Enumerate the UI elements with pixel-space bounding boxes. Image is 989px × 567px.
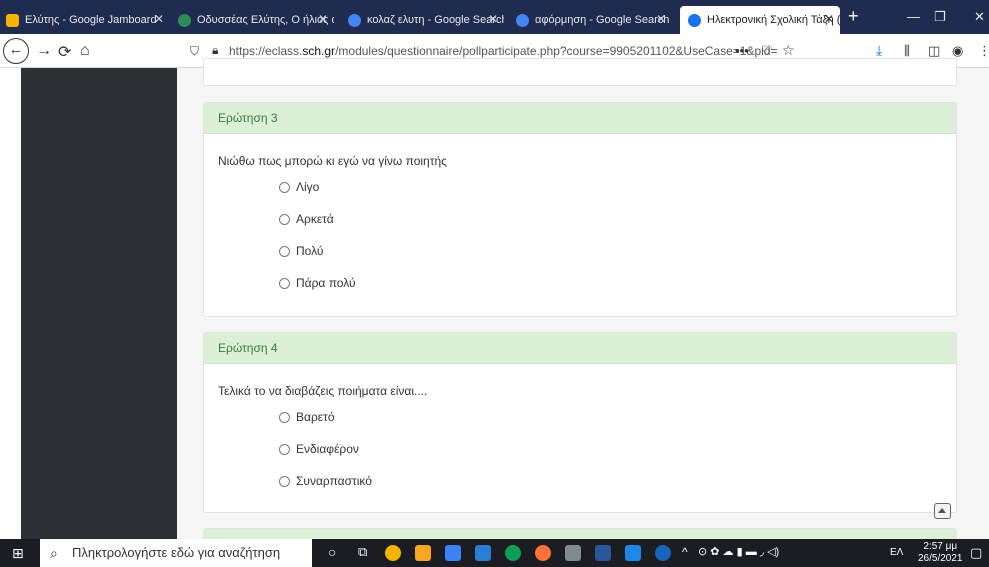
pocket-icon[interactable]: ♡ [761,43,773,59]
close-icon[interactable]: ✕ [824,12,834,26]
question-header: Ερώτηση 3 [204,103,956,134]
close-window-icon[interactable]: ✕ [974,9,985,25]
edge-icon[interactable] [505,545,521,561]
tab-label: Ελύτης - Google Jamboard [25,14,157,26]
tab-aformisi-search[interactable]: αφόρμηση - Google Search ✕ [516,9,672,31]
word-icon[interactable] [595,545,611,561]
jamboard-icon [6,13,19,27]
more-icon[interactable]: ••• [735,43,749,58]
radio-button[interactable] [279,443,290,455]
tab-label: κολαζ ελυτη - Google Search [367,14,504,26]
site-icon [178,13,191,27]
option-poly[interactable]: Πολύ [279,244,323,258]
question-card-4: Ερώτηση 4 Τελικά το να διαβάζεις ποιήματ… [203,332,957,513]
radio-button[interactable] [279,213,290,225]
system-clock[interactable]: 2:57 μμ 26/5/2021 [918,541,963,565]
option-label: Αρκετά [296,212,334,226]
help-icon[interactable] [655,545,671,561]
outlook-icon[interactable] [475,545,491,561]
option-label: Λίγο [296,180,320,194]
tab-label: αφόρμηση - Google Search [535,14,670,26]
option-synarpastiko[interactable]: Συναρπαστικό [279,474,372,488]
tab-odysseas[interactable]: Οδυσσέας Ελύτης, Ο ήλιος ο ✕ [178,9,334,31]
close-icon[interactable]: ✕ [318,12,328,26]
option-vareto[interactable]: Βαρετό [279,410,335,424]
scroll-to-top-button[interactable] [934,503,951,519]
tab-label: Ηλεκτρονική Σχολική Τάξη ( [707,14,840,26]
close-icon[interactable]: ✕ [656,12,666,26]
question-text: Τελικά το να διαβάζεις ποιήματα είναι...… [218,384,428,398]
google-icon [348,13,361,27]
browser-tab-bar: Ελύτης - Google Jamboard ✕ Οδυσσέας Ελύτ… [0,0,989,34]
search-icon: ⌕ [50,545,58,561]
windows-taskbar: ⊞ ⌕ Πληκτρολογήστε εδώ για αναζήτηση ○ ⧉… [0,539,989,567]
question-header: Ερώτηση 4 [204,333,956,364]
language-indicator[interactable]: ΕΛ [890,547,903,558]
sidebar-icon[interactable]: ◫ [928,43,940,59]
bookmark-star-icon[interactable]: ☆ [782,42,795,59]
option-para-poly[interactable]: Πάρα πολύ [279,276,356,290]
radio-button[interactable] [279,277,290,289]
tab-jamboard[interactable]: Ελύτης - Google Jamboard ✕ [6,9,170,31]
photos-icon[interactable] [625,545,641,561]
shield-icon[interactable]: ⛉ [190,44,199,59]
url-domain: sch.gr [302,44,336,58]
radio-button[interactable] [279,181,290,193]
url-prefix: https://eclass. [229,44,303,58]
course-sidebar [21,68,177,539]
eclass-icon [688,13,701,27]
maximize-icon[interactable]: ❐ [934,9,946,25]
library-icon[interactable]: ⫼ [904,43,910,59]
option-label: Πολύ [296,244,324,258]
option-label: Πάρα πολύ [296,276,356,290]
radio-button[interactable] [279,475,290,487]
option-ligo[interactable]: Λίγο [279,180,319,194]
tab-kolaz-search[interactable]: κολαζ ελυτη - Google Search ✕ [348,9,504,31]
home-button[interactable]: ⌂ [80,42,90,60]
store-icon[interactable] [415,545,431,561]
option-label: Ενδιαφέρον [296,442,359,456]
google-icon [516,13,529,27]
tab-label: Οδυσσέας Ελύτης, Ο ήλιος ο [197,14,334,26]
taskbar-search-input[interactable]: ⌕ Πληκτρολογήστε εδώ για αναζήτηση [40,539,312,567]
clock-date: 26/5/2021 [918,553,963,564]
lock-icon[interactable]: 🔒︎ [212,43,218,58]
url-bar[interactable]: https://eclass.sch.gr/modules/questionna… [229,44,778,58]
menu-icon[interactable]: ⋮ [978,43,989,59]
back-button[interactable]: ← [3,38,29,64]
option-endiaferon[interactable]: Ενδιαφέρον [279,442,359,456]
cortana-icon[interactable]: ○ [328,544,336,560]
url-path: /modules/questionnaire/pollparticipate.p… [335,44,778,58]
paint-icon[interactable] [565,545,581,561]
download-icon[interactable]: ⤓ [876,42,882,59]
question-text: Νιώθω πως μπορώ κι εγώ να γίνω ποιητής [218,154,447,168]
windows-start-icon[interactable]: ⊞ [12,545,24,562]
system-tray-icons[interactable]: ⊙ ✿ ☁ ▮ ▬ ◞ ◁) [698,545,779,558]
clock-time: 2:57 μμ [923,541,958,552]
notifications-icon[interactable]: ▢ [970,545,982,561]
question-card-3: Ερώτηση 3 Νιώθω πως μπορώ κι εγώ να γίνω… [203,102,957,317]
tab-eclass[interactable]: Ηλεκτρονική Σχολική Τάξη ( ✕ [680,6,840,34]
chrome-icon[interactable] [385,545,401,561]
questionnaire-content: Ερώτηση 3 Νιώθω πως μπορώ κι εγώ να γίνω… [177,58,989,558]
firefox-icon[interactable] [535,545,551,561]
chevron-up-icon[interactable]: ^ [682,545,688,559]
close-icon[interactable]: ✕ [154,12,164,26]
option-arketa[interactable]: Αρκετά [279,212,334,226]
file-explorer-icon[interactable] [445,545,461,561]
radio-button[interactable] [279,411,290,423]
forward-button[interactable]: → [36,42,52,60]
option-label: Βαρετό [296,410,335,424]
search-placeholder: Πληκτρολογήστε εδώ για αναζήτηση [72,545,281,560]
radio-button[interactable] [279,245,290,257]
previous-question-card [203,58,957,86]
new-tab-button[interactable]: + [848,6,859,27]
option-label: Συναρπαστικό [296,474,372,488]
task-view-icon[interactable]: ⧉ [358,544,367,560]
reload-button[interactable]: ⟳ [58,42,71,62]
account-icon[interactable]: ◉ [952,43,963,59]
minimize-icon[interactable]: — [907,9,920,24]
close-icon[interactable]: ✕ [488,12,498,26]
